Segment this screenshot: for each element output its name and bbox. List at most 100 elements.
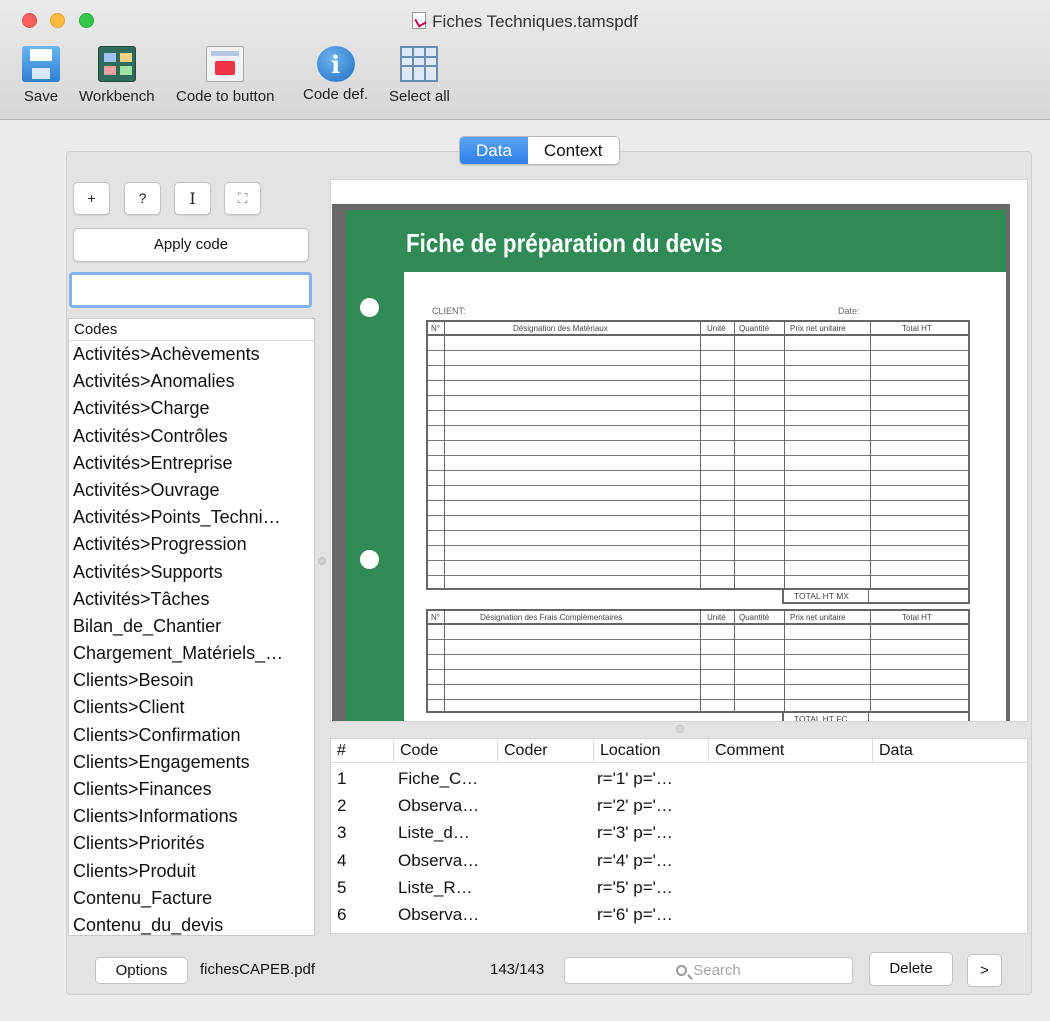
code-list-item[interactable]: Clients>Besoin [69,667,309,694]
code-list-item[interactable]: Clients>Engagements [69,749,309,776]
column-header-code[interactable]: Code [393,739,497,763]
table-row[interactable]: 5 Liste_R… r='5' p='… [331,874,1027,901]
save-button[interactable]: Save [22,46,60,105]
table-header-cell: Total HT [902,324,932,333]
quotation-location: r='6' p='… [597,905,673,924]
quotation-location: r='2' p='… [597,796,673,816]
window-title: Fiches Techniques.tamspdf [0,12,1050,32]
table-row[interactable]: 1 Fiche_C… r='1' p='… [331,765,1027,792]
table-header-cell: Désignation des Matériaux [513,324,608,333]
column-header-coder[interactable]: Coder [497,739,593,763]
options-button[interactable]: Options [95,957,188,984]
code-list-item[interactable]: Activités>Contrôles [69,423,309,450]
code-list-item[interactable]: Activités>Supports [69,559,309,586]
table-row[interactable]: 4 Observa… r='4' p='… [331,847,1027,874]
code-def-label: Code def. [303,86,369,103]
save-label: Save [23,88,59,105]
table-header-cell: Prix net unitaire [790,613,846,622]
code-list-item[interactable]: Activités>Anomalies [69,368,309,395]
search-icon [676,965,688,976]
table-row[interactable]: 3 Liste_d… r='3' p='… [331,819,1027,846]
table-column-divider [444,611,445,711]
document-filename: fichesCAPEB.pdf [200,961,316,978]
add-code-button[interactable]: + [73,182,110,215]
code-list-item[interactable]: Contenu_Facture [69,885,309,912]
code-list-item[interactable]: Clients>Confirmation [69,722,309,749]
info-icon: i [316,46,355,82]
code-to-button-button[interactable]: Code to button [176,46,274,105]
document-viewer[interactable]: Fiche de préparation du devis CLIENT: Da… [330,179,1028,722]
code-list-item[interactable]: Activités>Ouvrage [69,477,309,504]
table-header-cell: N° [431,324,440,333]
table-column-divider [870,322,871,588]
quotation-code: Observa… [398,850,480,870]
quotations-header-row: # Code Coder Location Comment Data [331,739,1027,763]
code-list-item[interactable]: Contenu_du_devis [69,912,309,935]
punch-hole [360,550,379,569]
grid-icon [400,46,439,82]
workbench-button[interactable]: Workbench [79,46,155,105]
quotation-counter: 143/143 [490,961,545,978]
search-placeholder: Search [693,962,741,979]
table-header-cell: Prix net unitaire [790,324,846,333]
column-header-comment[interactable]: Comment [708,739,872,763]
quotation-location: r='4' p='… [597,850,673,870]
code-list-item[interactable]: Clients>Finances [69,776,309,803]
help-button[interactable]: ? [124,182,161,215]
column-header-location[interactable]: Location [593,739,708,763]
total-mx-label: TOTAL HT MX [794,591,849,601]
table-row[interactable]: 2 Observa… r='2' p='… [331,792,1027,819]
code-list-item[interactable]: Activités>Achèvements [69,341,309,368]
quotations-table: # Code Coder Location Comment Data 1 Fich… [330,738,1028,934]
table-column-divider [700,322,701,588]
code-list-item[interactable]: Activités>Points_Techni… [69,504,309,531]
code-list-item[interactable]: Activités>Entreprise [69,450,309,477]
table-header-row [428,322,968,336]
code-list-item[interactable]: Clients>Client [69,694,309,721]
next-button[interactable]: > [967,954,1002,987]
column-header-number[interactable]: # [331,739,393,763]
floppy-disk-icon [22,46,60,82]
quotation-code: Liste_d… [398,823,470,843]
code-list-item[interactable]: Activités>Tâches [69,586,309,613]
text-select-tool-button[interactable]: I [174,182,211,215]
client-label: CLIENT: [432,306,466,316]
region-select-tool-button[interactable]: ⛶ [224,182,261,215]
code-def-button[interactable]: i Code def. [303,46,368,103]
codes-column-header[interactable]: Codes [69,319,314,341]
workbench-label: Workbench [79,88,155,105]
quotation-location: r='1' p='… [597,769,673,788]
extra-costs-table: N° Désignation des Frais Complémentaires… [426,609,970,713]
title-bar: Fiches Techniques.tamspdf Save Workbench… [0,0,1050,120]
total-fc-box: TOTAL HT FC [782,713,970,721]
select-all-label: Select all [389,88,450,105]
pdf-page-background: Fiche de préparation du devis CLIENT: Da… [332,204,1010,721]
tab-data[interactable]: Data [460,137,528,164]
vertical-split-handle[interactable] [318,557,326,565]
code-filter-input[interactable] [69,272,312,308]
table-rule-lines [428,336,968,588]
code-list-item[interactable]: Clients>Informations [69,803,309,830]
code-list-item[interactable]: Chargement_Matériels_… [69,640,309,667]
table-header-cell: Quantité [739,613,770,622]
quotation-number: 1 [337,769,347,788]
quotation-code: Observa… [398,796,480,816]
table-row[interactable]: 6 Observa… r='6' p='… [331,901,1027,928]
column-header-data[interactable]: Data [872,739,1027,763]
code-list-item[interactable]: Bilan_de_Chantier [69,613,309,640]
code-list-item[interactable]: Clients>Produit [69,858,309,885]
code-list-item[interactable]: Activités>Charge [69,395,309,422]
workbench-icon [97,46,136,82]
table-header-cell: Total HT [902,613,932,622]
select-all-button[interactable]: Select all [389,46,450,105]
code-list-item[interactable]: Activités>Progression [69,531,309,558]
search-input[interactable]: Search [564,957,853,984]
delete-button[interactable]: Delete [869,952,953,986]
code-list-item[interactable]: Clients>Priorités [69,830,309,857]
quotation-code: Observa… [398,905,480,924]
tab-context[interactable]: Context [528,137,619,164]
horizontal-split-handle[interactable] [676,725,684,733]
quotation-code: Liste_R… [398,877,473,897]
apply-code-button[interactable]: Apply code [73,228,309,262]
punch-hole [360,298,379,317]
